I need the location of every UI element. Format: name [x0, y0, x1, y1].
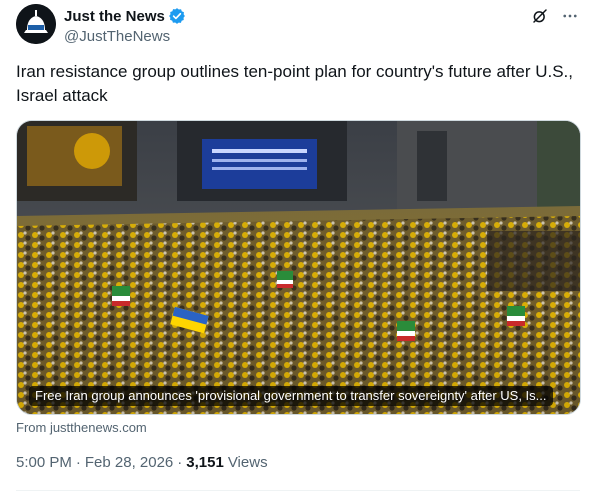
verified-badge-icon [168, 7, 186, 25]
tweet-date[interactable]: Feb 28, 2026 [85, 454, 173, 471]
rally-crowd-photo [17, 121, 580, 414]
divider [16, 490, 580, 491]
meta-separator: · [75, 454, 81, 471]
name-row: Just the News [64, 6, 186, 26]
tweet-text: Iran resistance group outlines ten-point… [16, 62, 573, 105]
top-actions [530, 6, 580, 26]
grok-icon[interactable] [530, 6, 550, 26]
handle[interactable]: @JustTheNews [64, 28, 186, 45]
display-name[interactable]: Just the News [64, 8, 165, 25]
views-count: 3,151 [186, 454, 224, 471]
tweet-time[interactable]: 5:00 PM [16, 454, 72, 471]
views-label: Views [227, 454, 268, 471]
tweet: Just the News @JustTheNews Iran resistan… [0, 0, 596, 500]
capitol-dome-logo [16, 4, 56, 44]
avatar[interactable] [16, 4, 56, 44]
link-card-image[interactable]: Free Iran group announces 'provisional g… [16, 120, 581, 415]
meta-separator: · [177, 454, 183, 471]
tweet-meta: 5:00 PM · Feb 28, 2026 · 3,151 Views [16, 454, 268, 471]
card-source-link[interactable]: From justthenews.com [16, 420, 147, 435]
author-block: Just the News @JustTheNews [64, 6, 186, 45]
card-caption: Free Iran group announces 'provisional g… [29, 386, 553, 406]
more-icon[interactable] [560, 6, 580, 26]
